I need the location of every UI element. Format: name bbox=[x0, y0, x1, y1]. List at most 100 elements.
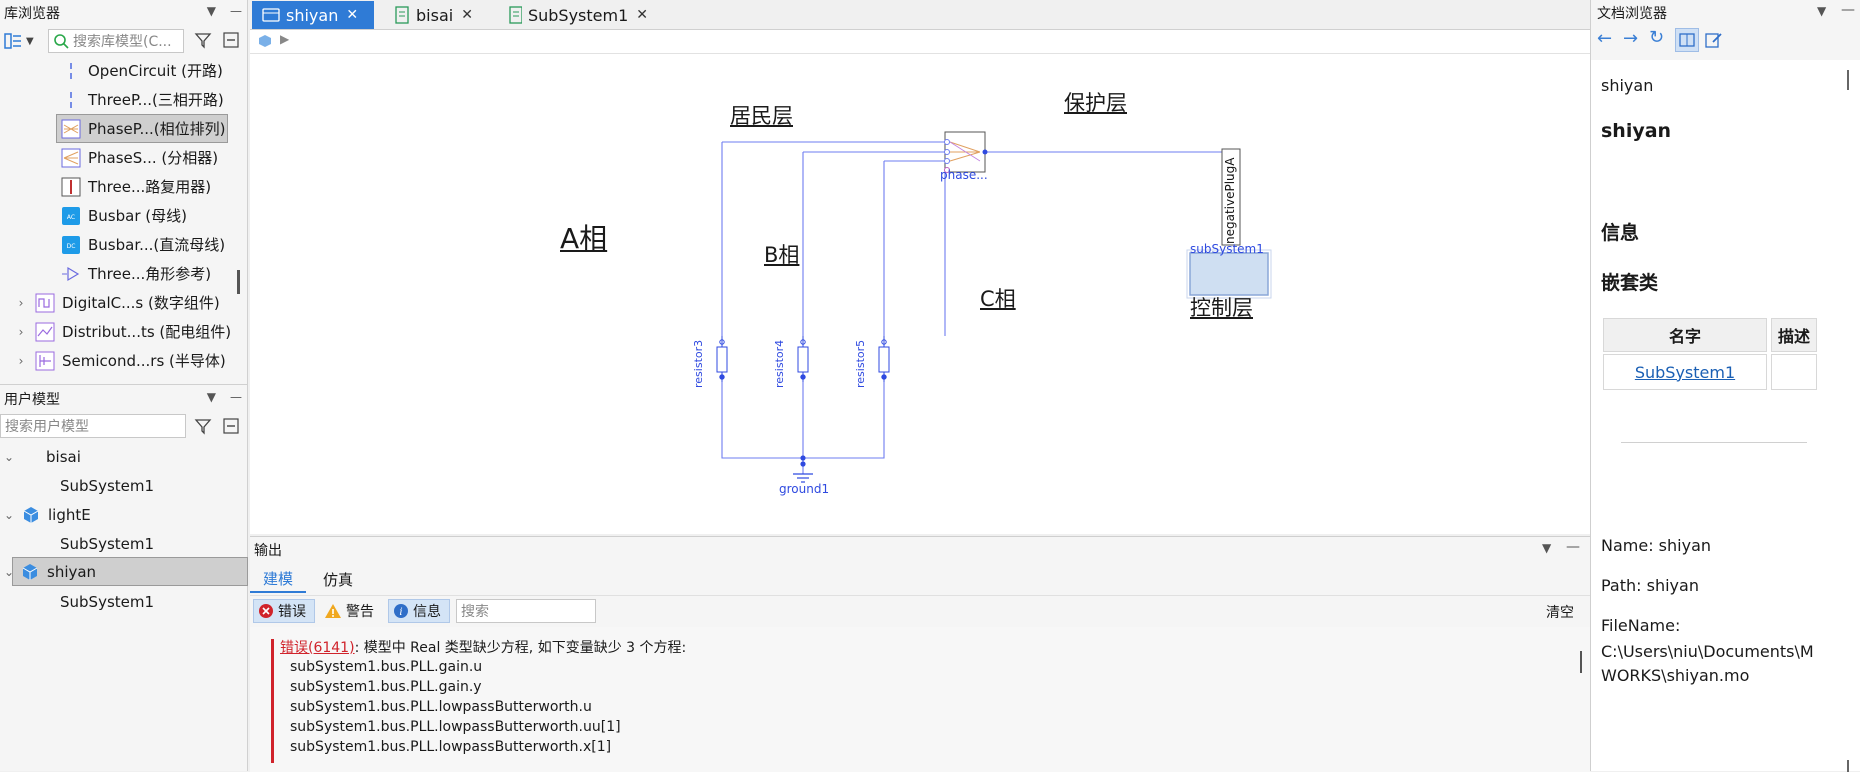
user-tree-lighte[interactable]: ⌄ lightE bbox=[0, 500, 240, 529]
clear-button[interactable]: 清空 bbox=[1546, 602, 1574, 622]
table-header-desc: 描述 bbox=[1771, 318, 1817, 352]
svg-text:i: i bbox=[399, 607, 402, 618]
minimize-icon[interactable]: — bbox=[1566, 539, 1580, 555]
library-item-opencircuit[interactable]: OpenCircuit (开路) bbox=[0, 56, 240, 85]
back-icon[interactable]: ← bbox=[1597, 28, 1612, 49]
list-item: subSystem1.bus.PLL.lowpassButterworth.uu… bbox=[290, 719, 621, 735]
digital-icon bbox=[34, 293, 56, 313]
package-icon[interactable] bbox=[258, 34, 272, 48]
tab-simulation[interactable]: 仿真 bbox=[310, 565, 366, 593]
package-icon bbox=[20, 505, 42, 525]
close-icon[interactable]: ✕ bbox=[346, 7, 358, 23]
minimize-icon[interactable]: — bbox=[1841, 2, 1855, 18]
doc-crumb: shiyan bbox=[1601, 76, 1654, 95]
warning-icon bbox=[325, 604, 341, 618]
busbar-ac-icon: AC bbox=[60, 206, 82, 226]
diagram-wires bbox=[250, 54, 1590, 534]
left-panel: 库浏览器 ▼ — ▼ 搜索库模型(C... OpenCircuit (开路) Th… bbox=[0, 0, 248, 771]
filter-icon[interactable] bbox=[194, 417, 212, 435]
user-tree-lighte-subsystem[interactable]: SubSystem1 bbox=[0, 529, 240, 558]
label-c-phase: C相 bbox=[980, 287, 1016, 311]
distribution-icon bbox=[34, 322, 56, 342]
chevron-down-icon: ▼ bbox=[26, 35, 34, 47]
refresh-icon[interactable]: ↻ bbox=[1649, 27, 1664, 48]
chevron-right-icon: › bbox=[18, 324, 24, 339]
chevron-down-icon[interactable]: ▼ bbox=[1542, 541, 1551, 555]
library-item-phase-permute[interactable]: PhaseP...(相位排列) bbox=[56, 114, 228, 143]
library-scrollbar[interactable] bbox=[237, 270, 240, 294]
chevron-down-icon[interactable]: ▼ bbox=[1817, 4, 1826, 18]
diagram-canvas[interactable]: A相 B相 C相 居民层 保护层 控制层 phase... subSystem1… bbox=[250, 54, 1590, 534]
document-browser-panel: 文档浏览器 ▼ — ← → ↻ shiyan shiyan 信息 嵌套类 名字 … bbox=[1590, 0, 1860, 772]
minimize-icon[interactable]: — bbox=[230, 390, 242, 404]
label-resistor4: resistor4 bbox=[773, 339, 786, 388]
list-item: subSystem1.bus.PLL.gain.u bbox=[290, 659, 483, 675]
view-doc-button[interactable] bbox=[1675, 28, 1699, 52]
output-search-input[interactable]: 搜索 bbox=[456, 599, 596, 623]
filter-error-button[interactable]: 错误 bbox=[253, 599, 315, 623]
library-view-toggle[interactable]: ▼ bbox=[4, 30, 44, 52]
library-group-distribution[interactable]: › Distribut...ts (配电组件) bbox=[0, 317, 240, 346]
library-item-phase-splitter[interactable]: PhaseS... (分相器) bbox=[0, 143, 240, 172]
library-search-input[interactable]: 搜索库模型(C... bbox=[48, 29, 184, 53]
filter-warning-button[interactable]: 警告 bbox=[320, 599, 382, 623]
list-item: subSystem1.bus.PLL.gain.y bbox=[290, 679, 482, 695]
phase-splitter-icon bbox=[60, 148, 82, 168]
output-title: 输出 bbox=[254, 543, 282, 559]
library-browser-title: 库浏览器 bbox=[4, 6, 60, 22]
chevron-down-icon[interactable]: ▼ bbox=[207, 4, 216, 18]
doc-file-path: C:\Users\niu\Documents\MWORKS\shiyan.mo bbox=[1601, 642, 1814, 685]
user-tree-shiyan-subsystem[interactable]: SubSystem1 bbox=[0, 587, 240, 616]
table-row: SubSystem1 bbox=[1603, 354, 1767, 390]
close-icon[interactable]: ✕ bbox=[636, 7, 648, 23]
error-variable-list: subSystem1.bus.PLL.gain.u subSystem1.bus… bbox=[290, 657, 621, 757]
table-header-name: 名字 bbox=[1603, 318, 1767, 352]
output-panel: 输出 ▼ — 建模 仿真 错误 警告 i 信息 搜索 清空 错误(6141): … bbox=[250, 536, 1590, 772]
minimize-icon[interactable]: — bbox=[230, 4, 242, 18]
document-content: shiyan shiyan 信息 嵌套类 名字 描述 SubSystem1 Na… bbox=[1591, 60, 1860, 772]
busbar-dc-icon: DC bbox=[60, 235, 82, 255]
doc-name-line: Name: shiyan bbox=[1601, 536, 1712, 555]
tab-shiyan[interactable]: shiyan ✕ bbox=[252, 1, 374, 29]
user-tree-shiyan[interactable]: shiyan bbox=[12, 557, 248, 586]
phase-component[interactable] bbox=[944, 131, 988, 173]
semiconductor-icon bbox=[34, 351, 56, 371]
library-item-delta-reference[interactable]: Three...角形参考) bbox=[0, 259, 240, 288]
filter-icon[interactable] bbox=[194, 31, 212, 49]
doc-scrollbar[interactable] bbox=[1847, 70, 1850, 772]
error-icon bbox=[259, 604, 273, 618]
document-icon bbox=[395, 6, 409, 24]
forward-icon[interactable]: → bbox=[1623, 28, 1638, 49]
chevron-down-icon[interactable]: ▼ bbox=[207, 390, 216, 404]
chevron-right-icon: › bbox=[18, 353, 24, 368]
library-item-threephase-open[interactable]: ThreeP...(三相开路) bbox=[0, 85, 240, 114]
user-tree-bisai-subsystem[interactable]: SubSystem1 bbox=[0, 471, 240, 500]
tab-modeling[interactable]: 建模 bbox=[250, 565, 306, 593]
document-browser-title: 文档浏览器 bbox=[1597, 6, 1667, 22]
filter-info-button[interactable]: i 信息 bbox=[388, 599, 450, 623]
doc-heading: shiyan bbox=[1601, 120, 1672, 142]
library-group-digital[interactable]: › DigitalC...s (数字组件) bbox=[0, 288, 240, 317]
breadcrumb: ▶ bbox=[250, 30, 1590, 54]
collapse-all-icon[interactable] bbox=[222, 31, 240, 49]
edit-icon[interactable] bbox=[1705, 31, 1723, 49]
library-group-semiconductor[interactable]: › Semicond...rs (半导体) bbox=[0, 346, 240, 375]
chevron-right-icon: › bbox=[18, 295, 24, 310]
editor-tab-bar: shiyan ✕ bisai ✕ SubSystem1 ✕ bbox=[250, 0, 1590, 30]
library-item-busbar-dc[interactable]: DC Busbar...(直流母线) bbox=[0, 230, 240, 259]
tab-subsystem1[interactable]: SubSystem1 ✕ bbox=[498, 1, 648, 29]
output-toolbar: 错误 警告 i 信息 搜索 清空 bbox=[250, 595, 1590, 625]
chevron-down-icon[interactable]: ⌄ bbox=[2, 565, 16, 579]
subsystem-link[interactable]: SubSystem1 bbox=[1635, 363, 1735, 382]
user-model-search-input[interactable]: 搜索用户模型 bbox=[0, 414, 186, 438]
label-control-layer: 控制层 bbox=[1190, 296, 1253, 320]
library-item-multiplexer[interactable]: Three...路复用器) bbox=[0, 172, 240, 201]
package-icon bbox=[19, 562, 41, 582]
output-scrollbar[interactable] bbox=[1580, 651, 1582, 673]
user-tree-bisai[interactable]: ⌄ bisai bbox=[0, 442, 240, 471]
tab-bisai[interactable]: bisai ✕ bbox=[384, 1, 494, 29]
error-code-link[interactable]: 错误(6141) bbox=[280, 640, 355, 656]
collapse-all-icon[interactable] bbox=[222, 417, 240, 435]
close-icon[interactable]: ✕ bbox=[461, 7, 473, 23]
library-item-busbar[interactable]: AC Busbar (母线) bbox=[0, 201, 240, 230]
